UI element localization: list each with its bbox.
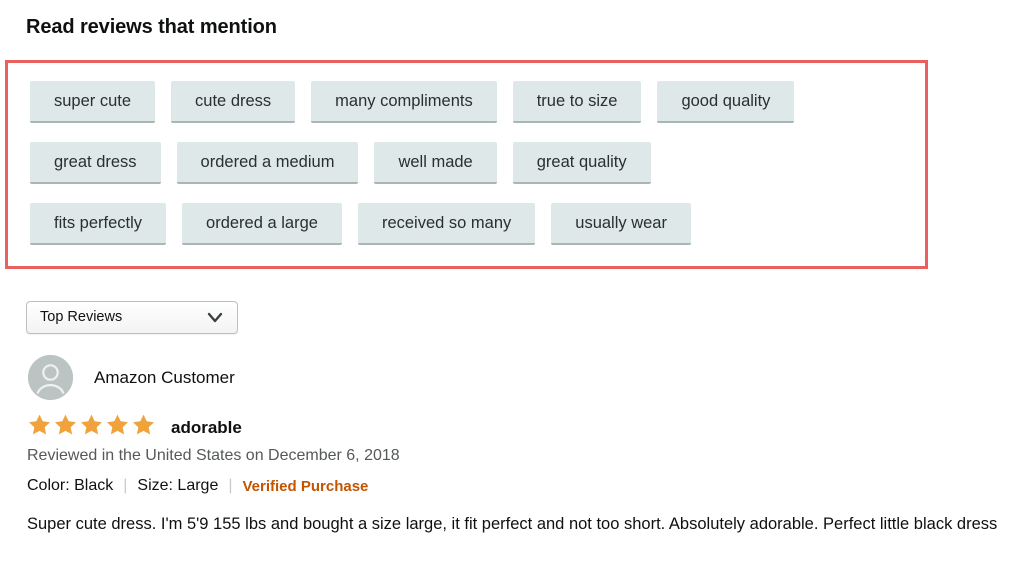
review-keyword-tag[interactable]: usually wear (551, 203, 691, 245)
star-icon-filled (131, 413, 156, 442)
review-keyword-tag[interactable]: great quality (512, 142, 651, 184)
review-keyword-tag-row: fits perfectly ordered a large received so… (30, 203, 925, 245)
star-icon-filled (79, 413, 104, 442)
page-title: Read reviews that mention (26, 16, 277, 38)
review-size-attribute[interactable]: Size: Large (137, 477, 218, 495)
star-icon-filled (105, 413, 130, 442)
review-keyword-tag[interactable]: good quality (657, 81, 795, 123)
star-rating[interactable] (27, 413, 157, 442)
review-keyword-tag[interactable]: true to size (512, 81, 642, 123)
user-avatar-icon (28, 355, 73, 400)
review-title[interactable]: adorable (171, 418, 242, 438)
review-keyword-tag[interactable]: super cute (30, 81, 156, 123)
chevron-down-icon (207, 311, 223, 330)
review-date: Reviewed in the United States on Decembe… (27, 447, 400, 464)
review-body-text: Super cute dress. I'm 5'9 155 lbs and bo… (27, 515, 998, 533)
verified-purchase-badge: Verified Purchase (242, 477, 369, 495)
review-keyword-tag[interactable]: cute dress (171, 81, 296, 123)
review-keyword-tag-list: super cute cute dress many compliments true… (8, 63, 925, 264)
review-keyword-tag-row: super cute cute dress many compliments true… (30, 81, 925, 123)
review-keyword-tag-row: great dress ordered a medium well made grea… (30, 142, 925, 184)
review-keyword-tag[interactable]: ordered a medium (176, 142, 359, 184)
review-attributes: Color: Black | Size: Large | Verified Pu… (27, 477, 368, 495)
review-color-attribute[interactable]: Color: Black (27, 477, 113, 495)
review-keyword-tag[interactable]: fits perfectly (30, 203, 167, 245)
review-keyword-tag[interactable]: many compliments (311, 81, 497, 123)
review-keyword-tag[interactable]: received so many (357, 203, 536, 245)
attribute-separator: | (123, 477, 128, 494)
star-icon-filled (53, 413, 78, 442)
review-rating-row: adorable (27, 413, 242, 442)
sort-reviews-selected-value: Top Reviews (40, 309, 123, 325)
review-author-row[interactable]: Amazon Customer (28, 355, 235, 400)
sort-reviews-dropdown[interactable]: Top Reviews (26, 301, 238, 334)
review-author-name: Amazon Customer (94, 367, 235, 387)
review-keyword-tag[interactable]: great dress (30, 142, 161, 184)
review-keyword-tag[interactable]: well made (374, 142, 497, 184)
review-keyword-tag[interactable]: ordered a large (182, 203, 342, 245)
review-keyword-tags-highlight: super cute cute dress many compliments true… (5, 60, 928, 269)
star-icon-filled (27, 413, 52, 442)
attribute-separator: | (228, 477, 233, 494)
